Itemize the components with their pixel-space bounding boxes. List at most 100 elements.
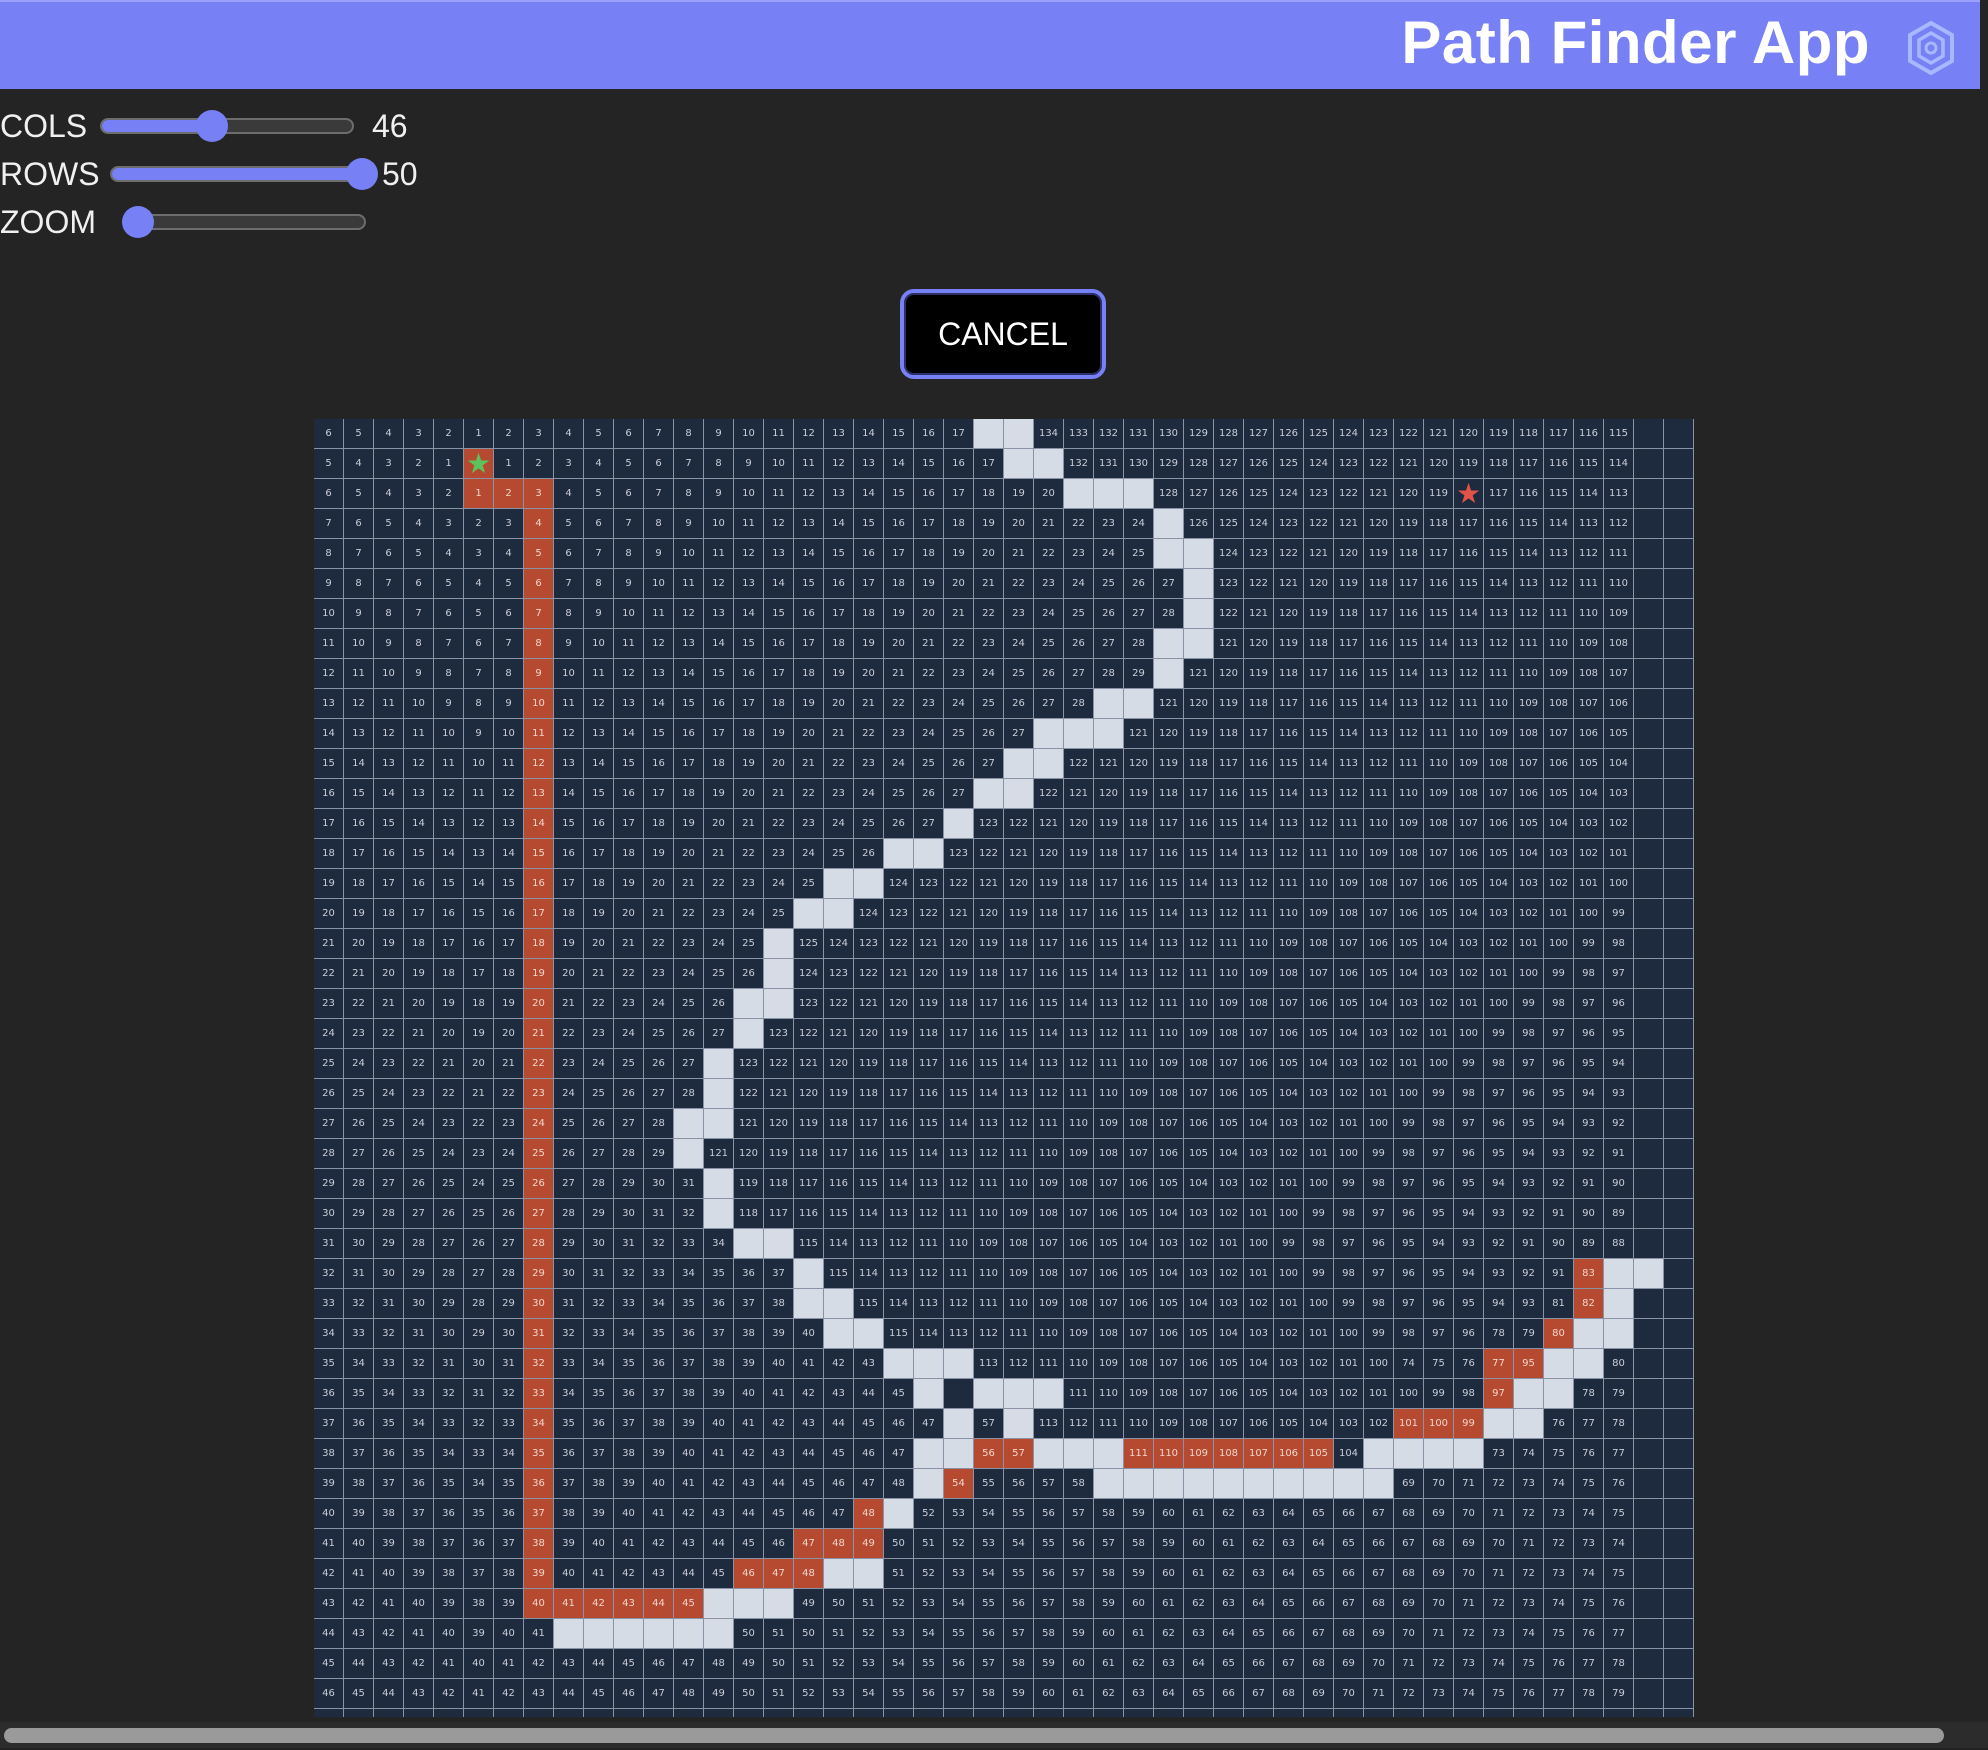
grid-cell[interactable]: 117 xyxy=(884,1079,914,1109)
grid-cell[interactable]: 103 xyxy=(1184,1199,1214,1229)
grid-cell[interactable]: 102 xyxy=(1184,1229,1214,1259)
grid-cell[interactable]: 101 xyxy=(1334,1109,1364,1139)
grid-cell[interactable]: 27 xyxy=(614,1109,644,1139)
grid-cell[interactable]: 17 xyxy=(554,869,584,899)
grid-cell[interactable]: 63 xyxy=(1214,1589,1244,1619)
grid-cell[interactable]: 29 xyxy=(314,1169,344,1199)
grid-cell[interactable]: 99 xyxy=(1364,1139,1394,1169)
grid-wall-cell[interactable] xyxy=(1124,689,1154,719)
grid-cell[interactable]: 36 xyxy=(344,1409,374,1439)
grid-cell[interactable]: 118 xyxy=(1244,689,1274,719)
grid-cell[interactable]: 40 xyxy=(314,1499,344,1529)
grid-cell[interactable]: 61 xyxy=(1184,1559,1214,1589)
grid-cell[interactable]: 31 xyxy=(554,1289,584,1319)
grid-cell[interactable] xyxy=(1634,1439,1664,1469)
grid-cell[interactable]: 21 xyxy=(374,989,404,1019)
grid-cell[interactable]: 34 xyxy=(644,1289,674,1319)
grid-cell[interactable]: 63 xyxy=(1244,1559,1274,1589)
grid-wall-cell[interactable] xyxy=(824,1289,854,1319)
grid-cell[interactable]: 26 xyxy=(674,1019,704,1049)
grid-cell[interactable]: 105 xyxy=(1454,869,1484,899)
grid-cell[interactable]: 77 xyxy=(1604,1619,1634,1649)
grid-cell[interactable]: 121 xyxy=(1244,599,1274,629)
grid-cell[interactable]: 101 xyxy=(1334,1349,1364,1379)
grid-cell[interactable]: 12 xyxy=(794,479,824,509)
grid-cell[interactable]: 32 xyxy=(584,1289,614,1319)
grid-wall-cell[interactable] xyxy=(674,1139,704,1169)
grid-cell[interactable]: 99 xyxy=(1544,959,1574,989)
grid-cell[interactable]: 106 xyxy=(1334,959,1364,989)
grid-cell[interactable]: 8 xyxy=(584,569,614,599)
grid-cell[interactable]: 114 xyxy=(884,1169,914,1199)
grid-cell[interactable]: 119 xyxy=(1214,689,1244,719)
grid-cell[interactable]: 2 xyxy=(494,419,524,449)
grid-cell[interactable]: 21 xyxy=(614,929,644,959)
horizontal-scrollbar[interactable] xyxy=(0,1722,1988,1748)
grid-cell[interactable]: 2 xyxy=(524,449,554,479)
grid-cell[interactable]: 47 xyxy=(914,1409,944,1439)
grid-cell[interactable]: 39 xyxy=(374,1529,404,1559)
grid-cell[interactable]: 25 xyxy=(614,1049,644,1079)
grid-path-cell[interactable]: 27 xyxy=(524,1199,554,1229)
grid-cell[interactable]: 103 xyxy=(1454,929,1484,959)
grid-cell[interactable]: 38 xyxy=(434,1559,464,1589)
grid-wall-cell[interactable] xyxy=(1154,1469,1184,1499)
grid-path-cell[interactable]: 32 xyxy=(524,1349,554,1379)
grid-cell[interactable]: 90 xyxy=(1604,1169,1634,1199)
grid-cell[interactable]: 121 xyxy=(1394,449,1424,479)
grid-cell[interactable]: 114 xyxy=(1064,989,1094,1019)
grid-cell[interactable]: 117 xyxy=(1394,569,1424,599)
grid-cell[interactable] xyxy=(1634,1499,1664,1529)
grid-cell[interactable]: 71 xyxy=(1484,1499,1514,1529)
grid-cell[interactable]: 68 xyxy=(1364,1589,1394,1619)
grid-cell[interactable]: 121 xyxy=(764,1079,794,1109)
grid-cell[interactable]: 27 xyxy=(314,1109,344,1139)
grid-cell[interactable]: 112 xyxy=(914,1199,944,1229)
grid-path-cell[interactable]: 35 xyxy=(524,1439,554,1469)
grid-cell[interactable]: 101 xyxy=(1244,1259,1274,1289)
grid-cell[interactable]: 10 xyxy=(614,599,644,629)
grid-cell[interactable]: 107 xyxy=(1124,1319,1154,1349)
grid-cell[interactable]: 125 xyxy=(1244,479,1274,509)
grid-cell[interactable]: 6 xyxy=(494,599,524,629)
grid-cell[interactable]: 39 xyxy=(764,1319,794,1349)
grid-cell[interactable]: 15 xyxy=(374,809,404,839)
grid-wall-cell[interactable] xyxy=(944,809,974,839)
grid-cell[interactable]: 33 xyxy=(554,1349,584,1379)
grid-cell[interactable]: 117 xyxy=(1274,689,1304,719)
grid-cell[interactable]: 109 xyxy=(1244,959,1274,989)
grid-cell[interactable]: 69 xyxy=(1364,1619,1394,1649)
grid-cell[interactable]: 37 xyxy=(764,1259,794,1289)
grid-cell[interactable]: 14 xyxy=(764,569,794,599)
grid-cell[interactable]: 9 xyxy=(554,629,584,659)
grid-cell[interactable]: 107 xyxy=(1244,1019,1274,1049)
grid-cell[interactable]: 130 xyxy=(1154,419,1184,449)
grid-cell[interactable]: 116 xyxy=(794,1199,824,1229)
grid-cell[interactable]: 23 xyxy=(704,899,734,929)
grid-cell[interactable]: 24 xyxy=(764,869,794,899)
grid-cell[interactable]: 24 xyxy=(614,1019,644,1049)
grid-cell[interactable]: 95 xyxy=(1454,1169,1484,1199)
grid-wall-cell[interactable] xyxy=(1094,479,1124,509)
grid-cell[interactable]: 103 xyxy=(1364,1019,1394,1049)
grid-cell[interactable]: 2 xyxy=(404,449,434,479)
grid-cell[interactable]: 24 xyxy=(914,719,944,749)
grid-cell[interactable]: 9 xyxy=(464,719,494,749)
grid-cell[interactable]: 21 xyxy=(344,959,374,989)
grid-cell[interactable]: 45 xyxy=(734,1529,764,1559)
grid-cell[interactable]: 99 xyxy=(1334,1289,1364,1319)
grid-cell[interactable] xyxy=(1634,659,1664,689)
grid-cell[interactable]: 93 xyxy=(1514,1289,1544,1319)
grid-cell[interactable]: 17 xyxy=(944,479,974,509)
grid-cell[interactable]: 26 xyxy=(374,1139,404,1169)
grid-cell[interactable] xyxy=(1634,809,1664,839)
grid-cell[interactable] xyxy=(1664,1559,1694,1589)
grid-cell[interactable]: 40 xyxy=(404,1589,434,1619)
grid-cell[interactable]: 107 xyxy=(1214,1409,1244,1439)
grid-cell[interactable]: 75 xyxy=(1454,1709,1484,1717)
grid-cell[interactable]: 54 xyxy=(884,1649,914,1679)
grid-cell[interactable]: 98 xyxy=(1364,1289,1394,1319)
grid-cell[interactable]: 23 xyxy=(674,929,704,959)
grid-cell[interactable]: 117 xyxy=(1034,929,1064,959)
grid-cell[interactable]: 101 xyxy=(1274,1289,1304,1319)
